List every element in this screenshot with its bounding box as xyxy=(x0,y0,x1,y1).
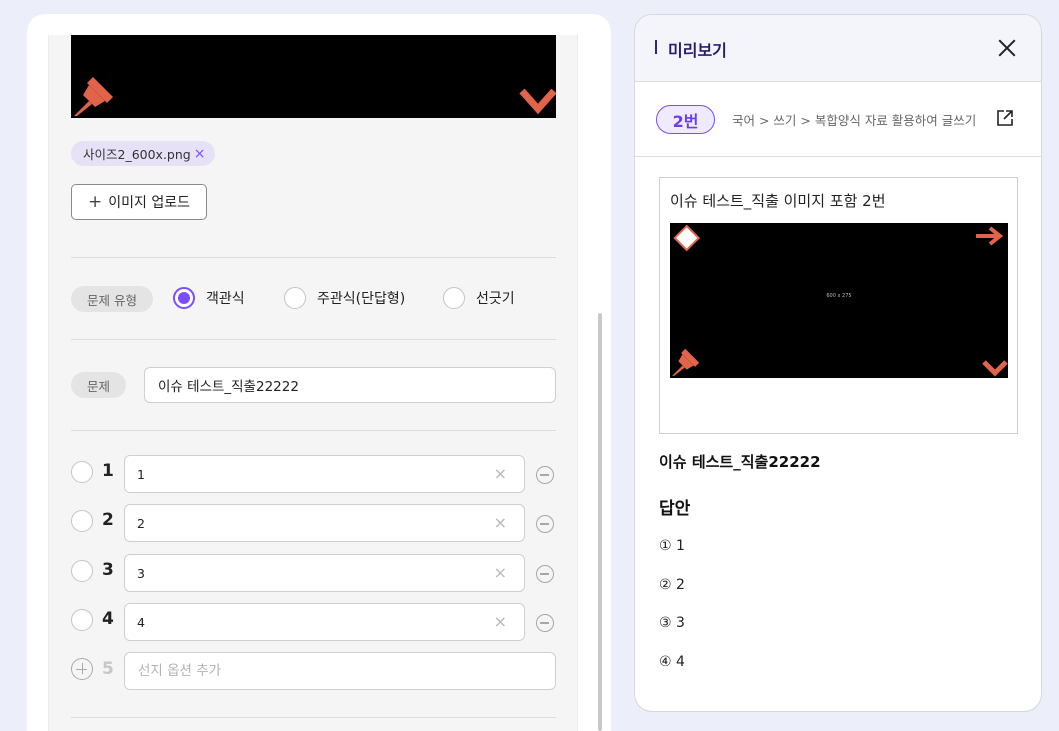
preview-title: 미리보기 xyxy=(668,41,727,60)
title-accent-bar xyxy=(655,40,657,54)
type-option-multiple-choice[interactable]: 객관식 xyxy=(173,287,245,309)
choice-number: 1 xyxy=(102,461,114,481)
external-link-icon[interactable] xyxy=(996,109,1014,127)
preview-question-box: 이슈 테스트_직출 이미지 포함 2번 600 x 275 xyxy=(659,177,1018,434)
answer-radio[interactable] xyxy=(71,609,93,631)
pin-icon xyxy=(672,348,700,376)
type-option-short-answer[interactable]: 주관식(단답형) xyxy=(284,287,405,309)
image-size-label: 600 x 275 xyxy=(826,293,852,299)
clear-icon[interactable]: × xyxy=(494,466,507,482)
answer-option: ③ 3 xyxy=(659,615,685,631)
choice-input[interactable]: 3 × xyxy=(124,554,525,592)
minus-circle-icon[interactable] xyxy=(536,466,554,484)
question-input[interactable]: 이슈 테스트_직출22222 xyxy=(144,367,556,403)
choice-number: 3 xyxy=(102,560,114,580)
upload-button-label: 이미지 업로드 xyxy=(108,195,190,211)
choice-value: 4 xyxy=(137,615,145,630)
uploaded-image xyxy=(71,35,556,118)
answer-radio[interactable] xyxy=(71,461,93,483)
choice-number: 4 xyxy=(102,609,114,629)
chevron-down-icon xyxy=(519,88,556,115)
choice-row: 1 1 × xyxy=(71,455,561,493)
minus-circle-icon[interactable] xyxy=(536,515,554,533)
preview-panel: 미리보기 2번 국어 > 쓰기 > 복합양식 자료 활용하여 글쓰기 이슈 테스… xyxy=(634,14,1042,712)
radio-button[interactable] xyxy=(443,287,465,309)
radio-button[interactable] xyxy=(284,287,306,309)
answer-option: ② 2 xyxy=(659,577,685,593)
file-name: 사이즈2_600x.png xyxy=(83,147,191,162)
preview-image: 600 x 275 xyxy=(670,223,1008,378)
answer-option: ① 1 xyxy=(659,538,685,554)
remove-file-icon[interactable]: × xyxy=(194,147,206,161)
preview-question-text: 이슈 테스트_직출22222 xyxy=(659,453,821,471)
answer-radio[interactable] xyxy=(71,510,93,532)
tag-icon xyxy=(673,224,701,252)
file-chip: 사이즈2_600x.png × xyxy=(71,141,216,166)
section-divider xyxy=(71,257,556,258)
choice-value: 3 xyxy=(137,566,145,581)
minus-circle-icon[interactable] xyxy=(536,565,554,583)
choice-row: 4 4 × xyxy=(71,603,561,641)
clear-icon[interactable]: × xyxy=(494,515,507,531)
add-choice-number: 5 xyxy=(102,659,114,679)
type-option-label: 주관식(단답형) xyxy=(317,291,406,307)
preview-box-title: 이슈 테스트_직출 이미지 포함 2번 xyxy=(670,192,886,210)
answer-title: 답안 xyxy=(659,499,691,519)
answer-option: ④ 4 xyxy=(659,654,685,670)
choice-number: 2 xyxy=(102,510,114,530)
section-divider xyxy=(71,430,556,431)
plus-icon: + xyxy=(88,191,103,212)
chevron-down-icon xyxy=(982,360,1008,377)
preview-divider xyxy=(635,156,1041,157)
close-icon[interactable] xyxy=(996,37,1018,59)
type-option-label: 선긋기 xyxy=(476,291,515,307)
choice-row: 3 3 × xyxy=(71,554,561,592)
preview-header: 미리보기 xyxy=(635,15,1041,82)
question-label: 문제 xyxy=(71,372,127,398)
choice-value: 1 xyxy=(137,467,145,482)
editor-scrollbar[interactable] xyxy=(598,313,602,731)
pin-icon xyxy=(74,77,113,116)
plus-circle-icon[interactable] xyxy=(71,658,93,680)
section-divider xyxy=(71,339,556,340)
radio-button[interactable] xyxy=(173,287,195,309)
answer-radio[interactable] xyxy=(71,560,93,582)
breadcrumb: 국어 > 쓰기 > 복합양식 자료 활용하여 글쓰기 xyxy=(732,113,977,128)
choice-row: 2 2 × xyxy=(71,504,561,542)
section-divider xyxy=(71,717,556,718)
choice-input[interactable]: 2 × xyxy=(124,504,525,542)
add-choice-input[interactable] xyxy=(124,652,556,690)
choice-value: 2 xyxy=(137,516,145,531)
clear-icon[interactable]: × xyxy=(494,565,507,581)
image-upload-button[interactable]: + 이미지 업로드 xyxy=(71,184,207,220)
question-type-label: 문제 유형 xyxy=(71,286,153,312)
arrow-right-icon xyxy=(976,226,1004,246)
choice-input[interactable]: 1 × xyxy=(124,455,525,493)
question-number-badge: 2번 xyxy=(656,105,715,134)
minus-circle-icon[interactable] xyxy=(536,614,554,632)
clear-icon[interactable]: × xyxy=(494,614,507,630)
type-option-matching[interactable]: 선긋기 xyxy=(443,287,515,309)
type-option-label: 객관식 xyxy=(206,291,245,307)
choice-input[interactable]: 4 × xyxy=(124,603,525,641)
